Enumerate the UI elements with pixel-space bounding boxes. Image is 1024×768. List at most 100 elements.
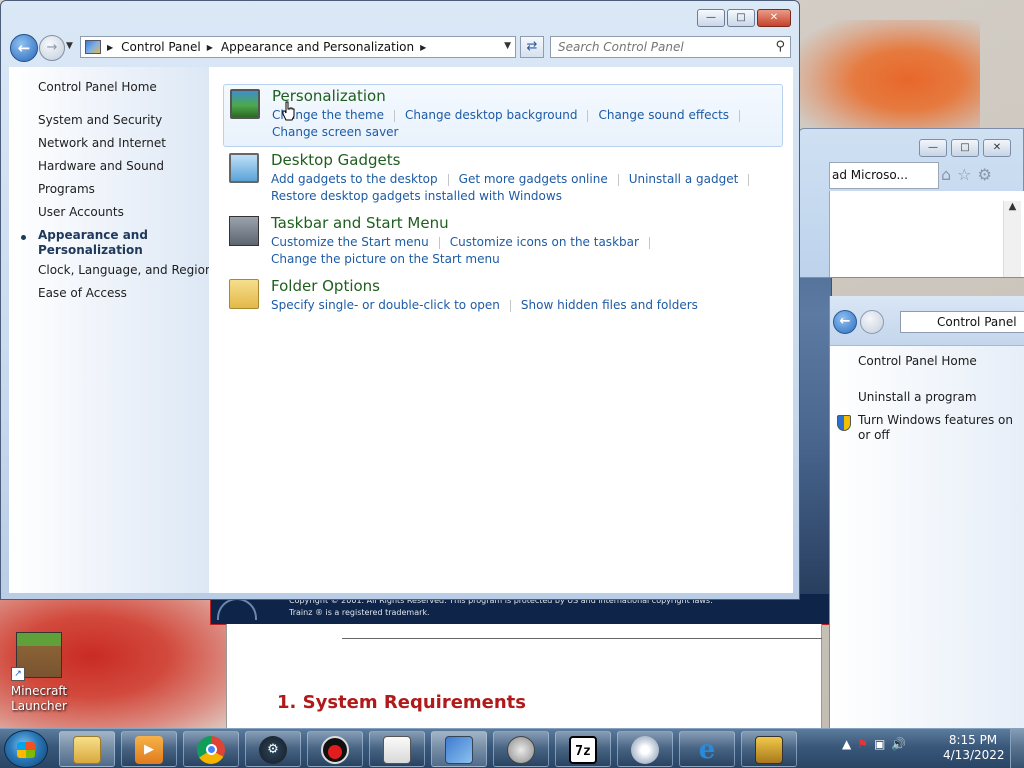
customize-start-menu-link[interactable]: Customize the Start menu (271, 235, 429, 249)
action-center-icon[interactable]: ⚑ (857, 737, 874, 751)
link-separator (587, 109, 589, 122)
sidebar-item-hardware[interactable]: Hardware and Sound (38, 159, 164, 174)
taskbar-app-control-panel[interactable] (431, 731, 487, 767)
clock-date: 4/13/2022 (943, 748, 1005, 762)
show-desktop-button[interactable] (1010, 729, 1024, 768)
show-hidden-files-link[interactable]: Show hidden files and folders (521, 298, 698, 312)
breadcrumb-appearance[interactable]: Appearance and Personalization (221, 40, 414, 54)
secondary-address-bar[interactable]: Control Panel (900, 311, 1024, 333)
forward-button[interactable]: → (39, 35, 65, 61)
single-double-click-link[interactable]: Specify single- or double-click to open (271, 298, 500, 312)
start-button[interactable] (4, 730, 48, 768)
back-button[interactable]: ← (10, 34, 38, 62)
record-icon (321, 736, 349, 764)
trainz-trademark: Trainz ® is a registered trademark. (289, 608, 430, 617)
control-panel-window[interactable]: — □ ✕ ← → ▼ ▶ Control Panel ▶ Appearance… (0, 0, 800, 600)
desktop-gadgets-icon[interactable] (229, 153, 259, 183)
change-screen-saver-link[interactable]: Change screen saver (272, 125, 399, 139)
folder-options-icon[interactable] (229, 279, 259, 309)
train-icon (755, 736, 783, 764)
sidebar-item-programs[interactable]: Programs (38, 182, 95, 197)
secondary-control-panel-window[interactable]: ← Control Panel Control Panel Home Unins… (829, 296, 1024, 728)
address-bar[interactable]: ▶ Control Panel ▶ Appearance and Persona… (80, 36, 516, 58)
show-hidden-icons-icon[interactable]: ▲ (842, 737, 857, 751)
category-title[interactable]: Folder Options (271, 277, 380, 295)
browser-window[interactable]: — □ ✕ ad Microso... ⌂☆⚙ ▲ (798, 128, 1024, 278)
recent-pages-dropdown-icon[interactable]: ▼ (66, 41, 73, 51)
change-start-picture-link[interactable]: Change the picture on the Start menu (271, 252, 500, 266)
taskbar-app-trainz[interactable] (741, 731, 797, 767)
taskbar-app-media-player[interactable]: ▶ (121, 731, 177, 767)
document-window[interactable]: 1. System Requirements (226, 624, 822, 728)
breadcrumb-arrow-icon[interactable]: ▶ (107, 43, 113, 52)
secondary-address-area: ← Control Panel (830, 296, 1024, 346)
browser-minimize-button[interactable]: — (919, 139, 947, 157)
secondary-home-link[interactable]: Control Panel Home (858, 354, 1018, 369)
taskbar-app-chrome[interactable] (183, 731, 239, 767)
desktop-icon-minecraft[interactable]: ↗ Minecraft Launcher (8, 632, 70, 714)
category-title[interactable]: Desktop Gadgets (271, 151, 400, 169)
taskbar-app-internet-explorer[interactable]: e (679, 731, 735, 767)
breadcrumb-control-panel[interactable]: Control Panel (121, 40, 201, 54)
change-sound-effects-link[interactable]: Change sound effects (598, 108, 729, 122)
taskbar-app-video-tool[interactable] (493, 731, 549, 767)
sidebar-item-network[interactable]: Network and Internet (38, 136, 166, 151)
sidebar: Control Panel Home System and Security N… (9, 67, 213, 593)
windows-features-link[interactable]: Turn Windows features on or off (858, 413, 1018, 443)
close-button[interactable]: ✕ (757, 9, 791, 27)
network-icon[interactable]: ▣ (874, 737, 891, 751)
sidebar-item-appearance[interactable]: Appearance and Personalization (38, 228, 148, 258)
chrome-icon (197, 736, 225, 764)
sidebar-item-clock-language[interactable]: Clock, Language, and Region (38, 263, 213, 278)
browser-tab[interactable]: ad Microso... (829, 162, 939, 189)
browser-toolbar-icons[interactable]: ⌂☆⚙ (941, 165, 998, 184)
restore-gadgets-link[interactable]: Restore desktop gadgets installed with W… (271, 189, 562, 203)
add-gadgets-link[interactable]: Add gadgets to the desktop (271, 172, 438, 186)
sidebar-item-system-security[interactable]: System and Security (38, 113, 162, 128)
change-background-link[interactable]: Change desktop background (405, 108, 577, 122)
more-gadgets-link[interactable]: Get more gadgets online (459, 172, 608, 186)
taskbar-app-7zip[interactable]: 7z (555, 731, 611, 767)
uninstall-program-link[interactable]: Uninstall a program (858, 390, 1018, 405)
breadcrumb-arrow-icon[interactable]: ▶ (420, 43, 426, 52)
caption-buttons: — □ ✕ (695, 9, 791, 29)
address-dropdown-icon[interactable]: ▼ (504, 41, 511, 51)
browser-content (829, 191, 1024, 277)
refresh-button[interactable]: ⇄ (520, 36, 544, 58)
clock[interactable]: 8:15 PM 4/13/2022 (943, 733, 1005, 763)
customize-taskbar-icons-link[interactable]: Customize icons on the taskbar (450, 235, 639, 249)
breadcrumb-arrow-icon[interactable]: ▶ (207, 43, 213, 52)
search-icon[interactable]: ⚲ (775, 39, 785, 54)
minimize-button[interactable]: — (697, 9, 725, 27)
taskbar-app-recorder[interactable] (307, 731, 363, 767)
star-icon[interactable]: ☆ (957, 165, 977, 184)
home-icon[interactable]: ⌂ (941, 165, 957, 184)
taskbar-icon[interactable] (229, 216, 259, 246)
search-box[interactable]: ⚲ (550, 36, 791, 58)
personalization-icon[interactable] (230, 89, 260, 119)
sidebar-item-ease-of-access[interactable]: Ease of Access (38, 286, 127, 301)
taskbar-app-document-viewer[interactable] (369, 731, 425, 767)
gear-icon[interactable]: ⚙ (978, 165, 998, 184)
browser-scrollbar[interactable]: ▲ (1003, 201, 1021, 277)
windows-logo-icon (17, 742, 35, 758)
secondary-back-button[interactable]: ← (833, 310, 857, 334)
search-input[interactable] (551, 37, 761, 57)
maximize-button[interactable]: □ (727, 9, 755, 27)
browser-maximize-button[interactable]: □ (951, 139, 979, 157)
sidebar-home-link[interactable]: Control Panel Home (38, 80, 157, 95)
uninstall-gadget-link[interactable]: Uninstall a gadget (629, 172, 739, 186)
taskbar-app-explorer[interactable] (59, 731, 115, 767)
category-title[interactable]: Taskbar and Start Menu (271, 214, 449, 232)
category-links: Specify single- or double-click to open S… (271, 297, 771, 314)
sidebar-item-user-accounts[interactable]: User Accounts (38, 205, 124, 220)
taskbar-app-disc-tool[interactable] (617, 731, 673, 767)
disc-icon (631, 736, 659, 764)
browser-close-button[interactable]: ✕ (983, 139, 1011, 157)
secondary-crumb[interactable]: Control Panel (937, 315, 1017, 329)
taskbar-app-steam[interactable]: ⚙ (245, 731, 301, 767)
volume-icon[interactable]: 🔊 (891, 737, 912, 751)
secondary-forward-button[interactable] (860, 310, 884, 334)
taskbar: ▶ ⚙ 7z e ▲⚑▣🔊 8:15 PM 4/13/2022 (0, 728, 1024, 768)
control-panel-icon (85, 40, 101, 54)
